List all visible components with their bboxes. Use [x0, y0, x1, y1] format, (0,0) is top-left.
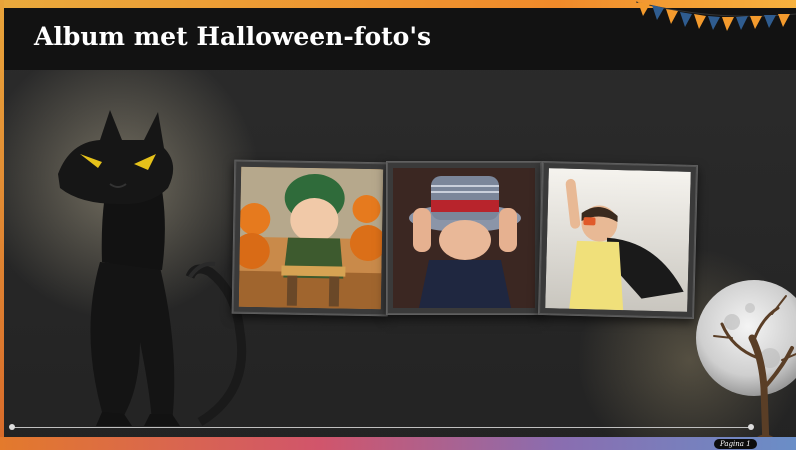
toddler-striped-hat-photo — [393, 168, 535, 308]
photo-frame-2[interactable] — [386, 161, 542, 315]
child-superhero-cape-photo — [545, 168, 691, 312]
photo-frame-1[interactable] — [231, 159, 391, 317]
timeline-start-dot — [9, 424, 15, 430]
bunting-flags-icon — [636, 1, 796, 31]
slide-title[interactable]: Album met Halloween-foto's — [34, 22, 431, 51]
black-cat-icon — [58, 110, 247, 426]
page-number-label: Pagina 1 — [714, 439, 757, 449]
bottom-accent-stripe — [0, 437, 796, 450]
full-moon-icon — [696, 280, 796, 446]
timeline-rule — [12, 427, 752, 428]
photo-frame-3[interactable] — [538, 160, 698, 320]
slide-canvas: Album met Halloween-foto's Pagina 1 — [0, 0, 796, 450]
baby-green-hat-photo — [238, 166, 384, 310]
timeline-end-dot — [748, 424, 754, 430]
